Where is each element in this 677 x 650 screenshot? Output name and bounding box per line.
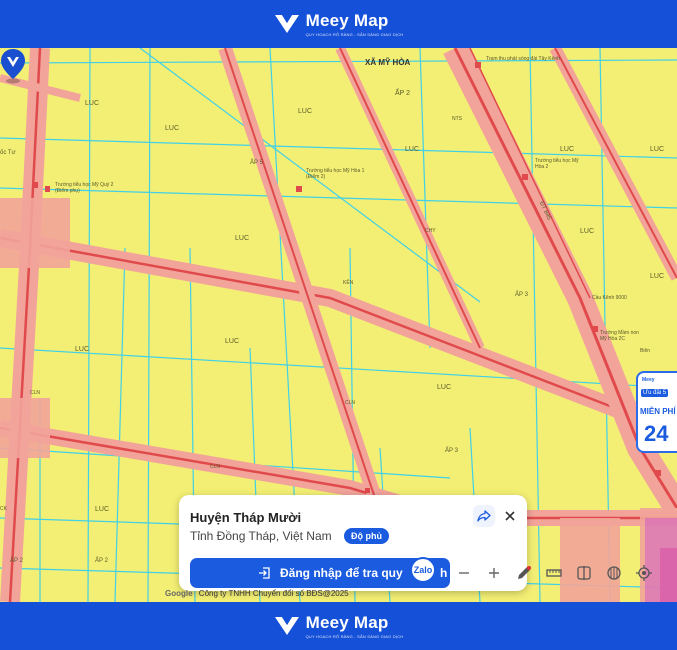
map-label-tu: ốc Tư: [0, 150, 16, 156]
map-label-ken: KÊN: [343, 280, 354, 286]
map-label-school3: Trường tiểu học Mỹ Quý 2 (Điểm phụ): [55, 182, 114, 194]
zoom-in-button[interactable]: [481, 560, 507, 586]
brand-name: Meey Map: [305, 11, 389, 30]
promo-number: 24: [644, 421, 669, 446]
measure-button[interactable]: [541, 560, 567, 586]
map-label-ap2-bottom: ẤP 2: [10, 558, 23, 564]
map-label-luc-13: LUC: [95, 506, 110, 513]
map-label-ap5: ẤP 5: [250, 160, 263, 166]
popup-title: Huyện Tháp Mười: [190, 510, 302, 525]
zalo-button[interactable]: Zalo: [410, 557, 436, 583]
map-label-ap3-1: ẤP 3: [515, 292, 528, 298]
close-button[interactable]: [499, 505, 521, 527]
meey-map-logo[interactable]: Meey Map QUY HOẠCH RÕ RÀNG - SẴN SÀNG GI…: [274, 11, 404, 37]
footer-bar: Meey Map QUY HOẠCH RÕ RÀNG - SẴN SÀNG GI…: [0, 602, 677, 650]
share-button[interactable]: [473, 505, 495, 527]
coverage-badge[interactable]: Độ phủ: [344, 528, 389, 544]
promo-brand: Meey: [642, 377, 655, 383]
location-pin-icon[interactable]: [0, 48, 26, 84]
brand-name-footer: Meey Map: [305, 613, 389, 632]
ruler-icon: [546, 569, 562, 577]
split-view-button[interactable]: [571, 560, 597, 586]
map-label-luc-1: LUC: [85, 100, 100, 107]
map-label-commune: XÃ MỸ HÒA: [365, 58, 411, 67]
map-label-cln-1: CLN: [30, 390, 41, 396]
map-label-luc-2: LUC: [165, 125, 180, 132]
split-icon: [577, 566, 591, 580]
zalo-label: Zalo: [413, 565, 433, 575]
login-label: Đăng nhập để tra quy: [280, 566, 403, 580]
popup-subtitle: Tỉnh Đồng Tháp, Việt Nam: [190, 529, 332, 543]
map-label-luc-9: LUC: [650, 273, 665, 280]
map-label-cln-2: CLN: [345, 400, 356, 406]
map-label-radio: Trạm thu phát sóng đài Tây Kênh: [486, 56, 560, 62]
plus-icon: [489, 568, 499, 578]
map-label-ap3-2: ẤP 3: [445, 448, 458, 454]
google-logo: Google: [165, 589, 193, 598]
map-label-bridge: Cầu Kênh 9000: [592, 295, 627, 301]
map-toolbar: [451, 558, 677, 588]
meey-logo-icon-footer: [274, 617, 299, 635]
locate-button[interactable]: [631, 560, 657, 586]
map-label-school1: Trường tiểu học Mỹ Hòa 1 (Điểm 2): [306, 168, 365, 180]
map-label-cln-3: CLN: [210, 464, 221, 470]
map-label-school4: Trường Mầm non Mỹ Hòa 2C: [600, 330, 639, 342]
promo-free: MIỄN PHÍ: [640, 407, 676, 416]
meey-map-logo-footer[interactable]: Meey Map QUY HOẠCH RÕ RÀNG - SẴN SÀNG GI…: [274, 613, 404, 639]
map-label-luc-3: LUC: [298, 108, 313, 115]
map-label-luc-6: LUC: [650, 146, 665, 153]
layers-button[interactable]: [601, 560, 627, 586]
pencil-icon: [518, 566, 531, 579]
header-bar: Meey Map QUY HOẠCH RÕ RÀNG - SẴN SÀNG GI…: [0, 0, 677, 48]
map-label-ap2-top: ẤP 2: [395, 90, 411, 97]
promo-banner[interactable]: Meey Ưu đãi 5 MIỄN PHÍ 24: [636, 371, 677, 453]
map-label-bien: Biên: [640, 348, 651, 354]
zoom-out-button[interactable]: [451, 560, 477, 586]
login-icon: [259, 567, 270, 579]
map-label-nts: NTS: [452, 116, 462, 122]
map-label-ap2-bottom-2: ẤP 2: [95, 558, 108, 564]
map-label-luc-5: LUC: [560, 146, 575, 153]
map-label-luc-7: LUC: [235, 235, 250, 242]
map-credit: Google Công ty TNHH Chuyển đổi số BĐS@20…: [165, 589, 349, 598]
promo-offer: Ưu đãi 5: [641, 389, 669, 397]
brand-tagline-footer: QUY HOẠCH RÕ RÀNG - SẴN SÀNG GIAO DỊCH: [305, 634, 404, 639]
share-icon: [477, 510, 491, 522]
minus-icon: [459, 572, 469, 574]
map-label-ck: CK: [0, 506, 7, 512]
map-label-luc-4: LUC: [405, 146, 420, 153]
close-icon: [505, 511, 515, 521]
map-label-luc-10: LUC: [225, 338, 240, 345]
login-label-tail: h: [440, 566, 448, 580]
map-label-luc-11: LUC: [75, 346, 90, 353]
credit-text: Công ty TNHH Chuyển đổi số BĐS@2025: [198, 589, 349, 598]
map-label-luc-8: LUC: [580, 228, 595, 235]
map-label-school2: Trường tiểu học Mỹ Hòa 2: [535, 158, 579, 170]
map-label-chy: CHY: [425, 228, 436, 234]
brand-tagline: QUY HOẠCH RÕ RÀNG - SẴN SÀNG GIAO DỊCH: [305, 32, 404, 37]
locate-icon: [636, 565, 652, 581]
map-label-luc-12: LUC: [437, 384, 452, 391]
draw-button[interactable]: [511, 560, 537, 586]
meey-logo-icon: [274, 15, 299, 33]
layers-icon: [607, 566, 621, 580]
